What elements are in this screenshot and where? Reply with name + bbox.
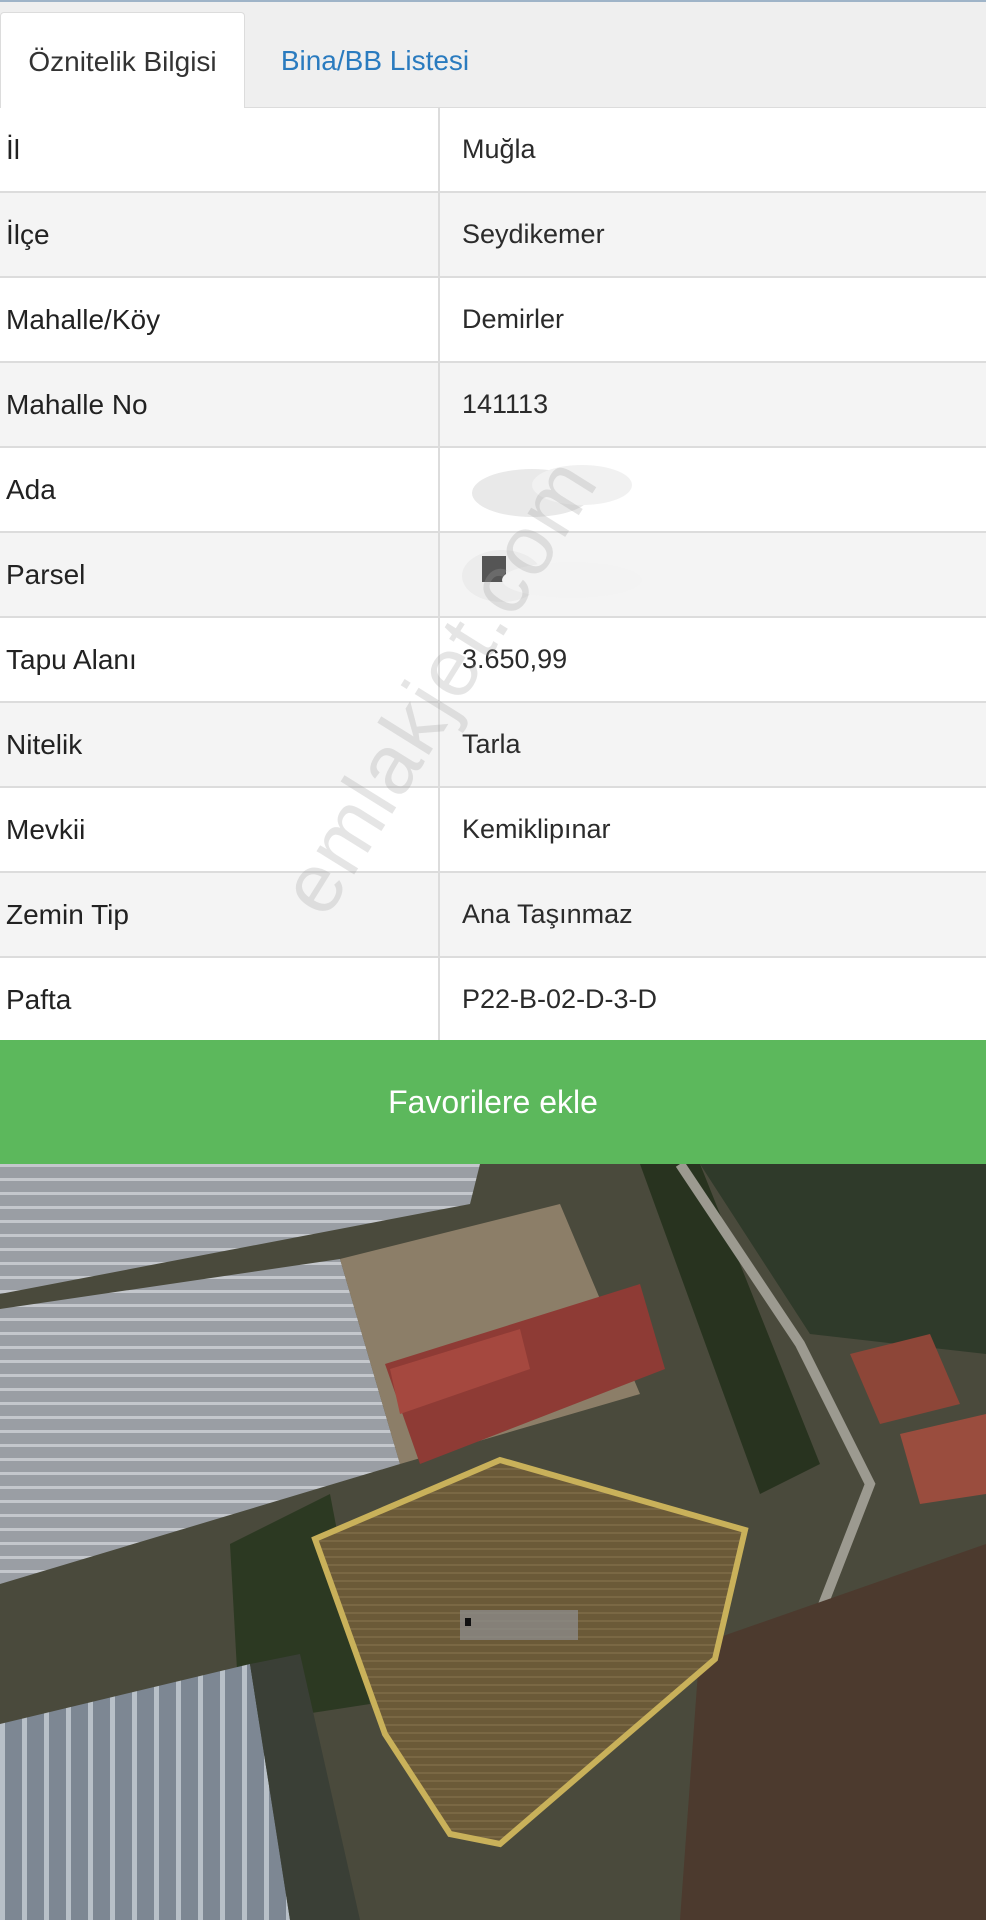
redacted-value-blur xyxy=(472,464,632,517)
table-row: İlçe Seydikemer xyxy=(0,193,986,278)
attribute-table: İl Muğla İlçe Seydikemer Mahalle/Köy Dem… xyxy=(0,108,986,1043)
redacted-value-blur xyxy=(462,549,642,602)
table-row: Zemin Tip Ana Taşınmaz xyxy=(0,873,986,958)
row-label-ilce: İlçe xyxy=(0,193,440,276)
row-value-ilce: Seydikemer xyxy=(462,219,605,249)
row-value-pafta: P22-B-02-D-3-D xyxy=(462,984,658,1014)
table-row: Tapu Alanı 3.650,99 xyxy=(0,618,986,703)
table-row: Parsel xyxy=(0,533,986,618)
satellite-image xyxy=(0,1164,986,1920)
table-row: Nitelik Tarla xyxy=(0,703,986,788)
row-value-mahalle: Demirler xyxy=(462,304,565,334)
row-label-ada: Ada xyxy=(0,448,440,531)
row-value-mahalle-no: 141113 xyxy=(462,389,549,419)
row-label-zemin-tip: Zemin Tip xyxy=(0,873,440,956)
tab-building-list[interactable]: Bina/BB Listesi xyxy=(255,12,495,110)
row-label-mahalle-no: Mahalle No xyxy=(0,363,440,446)
add-to-favorites-button[interactable]: Favorilere ekle xyxy=(0,1040,986,1164)
row-value-parsel xyxy=(440,533,986,616)
table-row: Mevkii Kemiklipınar xyxy=(0,788,986,873)
row-value-tapu-alani: 3.650,99 xyxy=(462,644,568,674)
tab-attribute-info[interactable]: Öznitelik Bilgisi xyxy=(0,12,245,110)
row-value-zemin-tip: Ana Taşınmaz xyxy=(462,899,633,929)
row-label-mevkii: Mevkii xyxy=(0,788,440,871)
table-row: İl Muğla xyxy=(0,108,986,193)
redacted-parcel-label xyxy=(460,1610,578,1640)
row-value-nitelik: Tarla xyxy=(462,729,521,759)
row-label-mahalle: Mahalle/Köy xyxy=(0,278,440,361)
row-value-mevkii: Kemiklipınar xyxy=(462,814,611,844)
row-label-il: İl xyxy=(0,108,440,191)
row-label-parsel: Parsel xyxy=(0,533,440,616)
row-label-pafta: Pafta xyxy=(0,958,440,1041)
table-row: Ada xyxy=(0,448,986,533)
table-row: Mahalle No 141113 xyxy=(0,363,986,448)
row-label-tapu-alani: Tapu Alanı xyxy=(0,618,440,701)
table-row: Pafta P22-B-02-D-3-D xyxy=(0,958,986,1043)
table-row: Mahalle/Köy Demirler xyxy=(0,278,986,363)
satellite-map[interactable] xyxy=(0,1164,986,1920)
row-value-il: Muğla xyxy=(462,134,536,164)
tab-bar: Öznitelik Bilgisi Bina/BB Listesi xyxy=(0,0,986,110)
row-label-nitelik: Nitelik xyxy=(0,703,440,786)
row-value-ada xyxy=(440,448,986,531)
